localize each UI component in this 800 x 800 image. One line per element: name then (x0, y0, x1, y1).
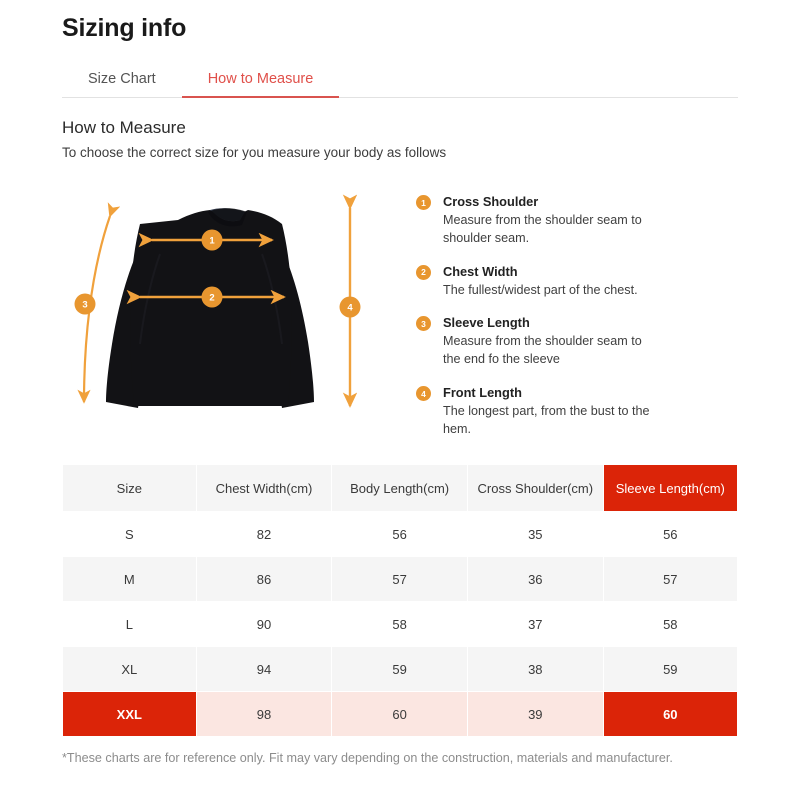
cell-sleeve-length: 60 (603, 692, 737, 736)
cell-chest-width: 82 (196, 512, 332, 556)
cell-cross-shoulder: 35 (467, 512, 603, 556)
cell-chest-width: 86 (196, 557, 332, 601)
legend-desc-4: The longest part, from the bust to the h… (443, 404, 650, 436)
legend-item-sleeve-length: 3 Sleeve Length Measure from the shoulde… (416, 314, 738, 369)
col-header-cross-shoulder: Cross Shoulder(cm) (467, 465, 603, 511)
garment-illustration: 1 2 3 4 (62, 184, 412, 454)
legend-badge-3: 3 (416, 316, 431, 332)
tab-bar: Size Chart How to Measure (62, 63, 738, 98)
table-body: S 82 56 35 56 M 86 57 36 57 L 90 58 37 5… (63, 512, 737, 736)
table-row[interactable]: S 82 56 35 56 (63, 512, 737, 556)
cell-body-length: 56 (332, 512, 467, 556)
legend-desc-2: The fullest/widest part of the chest. (443, 282, 638, 297)
tab-how-to-measure[interactable]: How to Measure (181, 71, 340, 98)
cell-body-length: 57 (332, 557, 467, 601)
legend-desc-3: Measure from the shoulder seam to the en… (443, 334, 642, 367)
section-title: How to Measure (62, 118, 186, 137)
table-header-row: Size Chest Width(cm) Body Length(cm) Cro… (63, 465, 737, 511)
legend-desc-1: Measure from the shoulder seam to should… (443, 212, 642, 245)
cell-cross-shoulder: 37 (467, 602, 603, 646)
table-header: Size Chest Width(cm) Body Length(cm) Cro… (63, 465, 737, 511)
table-row[interactable]: M 86 57 36 57 (63, 557, 737, 601)
cell-body-length: 60 (332, 692, 467, 736)
cell-size: XXL (63, 692, 196, 736)
cell-sleeve-length: 59 (603, 647, 737, 691)
cell-sleeve-length: 57 (603, 557, 737, 601)
legend-badge-4: 4 (416, 386, 431, 402)
table-row[interactable]: XL 94 59 38 59 (63, 647, 737, 691)
cell-chest-width: 94 (196, 647, 332, 691)
tab-size-chart[interactable]: Size Chart (62, 71, 182, 98)
legend-title-3: Sleeve Length (443, 315, 530, 331)
cell-sleeve-length: 56 (603, 512, 737, 556)
sizing-info-page: Sizing info Size Chart How to Measure Ho… (0, 0, 800, 800)
cell-size: XL (63, 647, 196, 691)
table-row[interactable]: L 90 58 37 58 (63, 602, 737, 646)
cell-cross-shoulder: 39 (467, 692, 603, 736)
legend-item-cross-shoulder: 1 Cross Shoulder Measure from the should… (416, 193, 738, 248)
cell-size: S (63, 512, 196, 556)
legend-badge-1: 1 (416, 195, 431, 210)
legend-title-4: Front Length (443, 385, 522, 401)
legend-item-front-length: 4 Front Length The longest part, from th… (416, 384, 738, 439)
size-chart-table: Size Chest Width(cm) Body Length(cm) Cro… (62, 464, 738, 737)
col-header-sleeve-length: Sleeve Length(cm) (603, 465, 737, 511)
table-row-selected[interactable]: XXL 98 60 39 60 (63, 692, 737, 736)
arrow-badge-2-label: 2 (209, 293, 214, 304)
cell-size: M (63, 557, 196, 601)
cell-chest-width: 90 (196, 602, 332, 646)
measurement-guide: 1 2 3 4 1 Cross Shoulder Measure from th… (62, 184, 738, 454)
col-header-chest-width: Chest Width(cm) (196, 465, 332, 511)
col-header-size: Size (63, 465, 196, 511)
cell-sleeve-length: 58 (603, 602, 737, 646)
cell-body-length: 59 (332, 647, 467, 691)
legend-title-2: Chest Width (443, 263, 518, 279)
legend-badge-2: 2 (416, 264, 431, 280)
arrow-badge-4-label: 4 (347, 303, 353, 314)
legend-item-chest-width: 2 Chest Width The fullest/widest part of… (416, 263, 738, 300)
section-subtitle: To choose the correct size for you measu… (62, 145, 447, 160)
col-header-body-length: Body Length(cm) (332, 465, 467, 511)
cell-cross-shoulder: 36 (467, 557, 603, 601)
arrow-badge-3-label: 3 (82, 300, 87, 311)
cell-body-length: 58 (332, 602, 467, 646)
cell-cross-shoulder: 38 (467, 647, 603, 691)
legend-title-1: Cross Shoulder (443, 194, 539, 209)
measurement-legend: 1 Cross Shoulder Measure from the should… (412, 184, 738, 454)
page-title: Sizing info (62, 14, 187, 42)
cell-size: L (63, 602, 196, 646)
cell-chest-width: 98 (196, 692, 332, 736)
arrow-badge-1-label: 1 (209, 236, 215, 247)
footnote: *These charts are for reference only. Fi… (62, 751, 673, 765)
sweater-diagram-svg: 1 2 3 4 (74, 194, 361, 408)
